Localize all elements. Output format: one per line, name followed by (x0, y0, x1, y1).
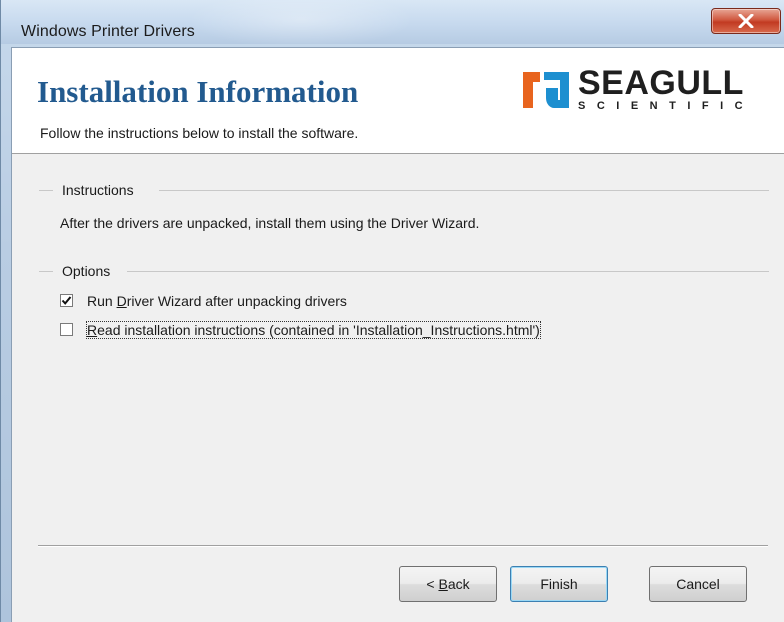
instructions-group-label: Instructions (62, 182, 140, 198)
read-instructions-checkbox[interactable] (60, 323, 73, 336)
page-title: Installation Information (37, 74, 359, 109)
group-line-left (39, 190, 53, 191)
run-driver-wizard-label: Run Driver Wizard after unpacking driver… (87, 293, 347, 309)
title-bar[interactable]: Windows Printer Drivers (1, 0, 784, 44)
installer-window: Windows Printer Drivers Installation Inf… (0, 0, 784, 622)
read-instructions-label: Read installation instructions (containe… (86, 321, 541, 339)
dialog-client-area: Installation Information Follow the inst… (11, 47, 784, 622)
footer-separator (38, 545, 768, 547)
group-line-right (127, 271, 769, 272)
back-button[interactable]: < Back (399, 566, 497, 602)
page-subtitle: Follow the instructions below to install… (40, 125, 359, 141)
seagull-logo-icon (523, 72, 569, 108)
cancel-button[interactable]: Cancel (649, 566, 747, 602)
close-icon (738, 14, 754, 28)
seagull-scientific-logo: SEAGULL SCIENTIFIC (520, 64, 782, 112)
close-button[interactable] (711, 8, 781, 34)
group-line-left (39, 271, 53, 272)
logo-wordmark: SEAGULL (578, 64, 744, 102)
logo-subtext: SCIENTIFIC (578, 100, 755, 112)
run-driver-wizard-checkbox[interactable] (60, 294, 73, 307)
instructions-group-header: Instructions (39, 182, 769, 198)
instructions-text: After the drivers are unpacked, install … (60, 215, 480, 231)
wizard-header: Installation Information Follow the inst… (12, 48, 784, 154)
options-group-header: Options (39, 263, 769, 279)
window-title: Windows Printer Drivers (21, 23, 195, 40)
group-line-right (159, 190, 769, 191)
finish-button[interactable]: Finish (510, 566, 608, 602)
checkmark-icon (61, 296, 72, 305)
options-group-label: Options (62, 263, 117, 279)
